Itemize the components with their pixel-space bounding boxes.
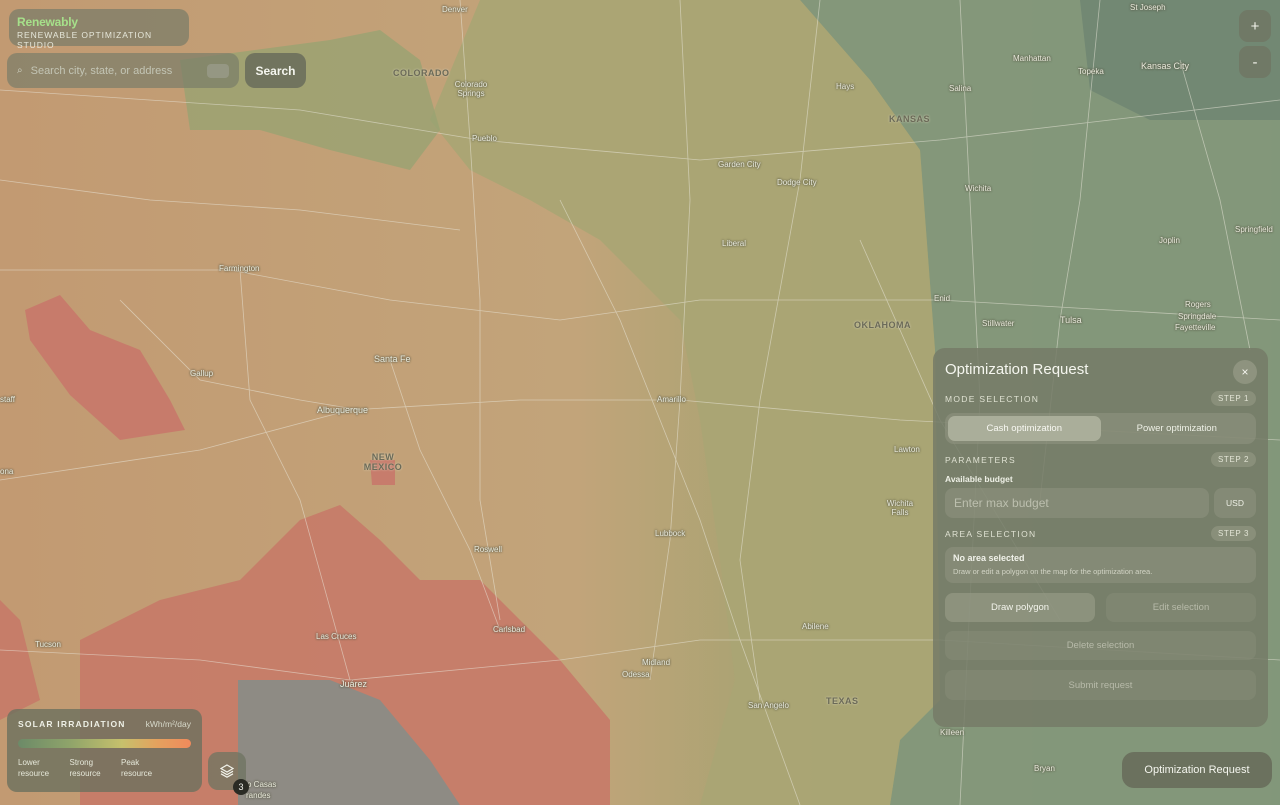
city-label: Springdale: [1178, 312, 1217, 321]
section-label: MODE SELECTION: [945, 393, 1040, 404]
edit-selection-button[interactable]: Edit selection: [1106, 593, 1256, 622]
city-label: Albuquerque: [317, 405, 369, 415]
cash-optimization-button[interactable]: Cash optimization: [948, 416, 1101, 441]
mode-toggle: Cash optimization Power optimization: [945, 413, 1256, 444]
city-label: Farmington: [219, 264, 260, 273]
city-label: Rogers: [1185, 300, 1211, 309]
city-label: Wichita Falls: [886, 499, 914, 517]
step-badge: STEP 1: [1210, 391, 1256, 406]
city-label: Denver: [442, 5, 468, 14]
area-status-help: Draw or edit a polygon on the map for th…: [953, 567, 1153, 576]
area-status-title: No area selected: [953, 553, 1025, 563]
city-label: Killeen: [940, 728, 965, 737]
parameters-section-header: PARAMETERS STEP 2: [945, 452, 1256, 467]
layers-count-badge: 3: [233, 779, 249, 795]
city-label: Tucson: [35, 640, 61, 649]
city-label: Lawton: [894, 445, 920, 454]
zoom-in-button[interactable]: +: [1239, 10, 1271, 42]
state-label-texas: TEXAS: [826, 696, 859, 706]
city-label: Kansas City: [1141, 61, 1190, 71]
search-box[interactable]: ⌕: [7, 53, 239, 88]
brand-card: Renewably RENEWABLE OPTIMIZATION STUDIO: [9, 9, 189, 50]
city-label: Abilene: [802, 622, 829, 631]
city-label: staff: [0, 395, 15, 404]
area-status: No area selected Draw or edit a polygon …: [945, 547, 1256, 583]
step-badge: STEP 2: [1210, 452, 1256, 467]
city-label: Las Cruces: [316, 632, 357, 641]
legend-label-lower: Lower resource: [18, 758, 50, 778]
state-label-new-mexico: NEW MEXICO: [363, 452, 403, 472]
state-label-colorado: COLORADO: [393, 68, 450, 78]
city-label: Stillwater: [982, 319, 1015, 328]
search-button[interactable]: Search: [245, 53, 306, 88]
city-label: Midland: [642, 658, 671, 667]
city-label: Fayetteville: [1175, 323, 1216, 332]
city-label: San Angelo: [748, 701, 789, 710]
city-label: Carlsbad: [493, 625, 526, 634]
city-label: Liberal: [722, 239, 747, 248]
state-label-oklahoma: OKLAHOMA: [854, 320, 911, 330]
legend-color-scale: [18, 739, 191, 748]
city-label: Odessa: [622, 670, 650, 679]
city-label: Wichita: [965, 184, 992, 193]
city-label: Tulsa: [1060, 315, 1082, 325]
city-label: Manhattan: [1013, 54, 1051, 63]
submit-request-button[interactable]: Submit request: [945, 670, 1256, 700]
city-label: St Joseph: [1130, 3, 1166, 12]
legend-unit: kWh/m²/day: [145, 719, 191, 729]
city-label: Pueblo: [472, 134, 497, 143]
city-label: Gallup: [190, 369, 214, 378]
city-label: ona: [0, 467, 14, 476]
optimization-request-button[interactable]: Optimization Request: [1122, 752, 1272, 788]
city-label: Colorado Springs: [454, 80, 488, 98]
delete-selection-button[interactable]: Delete selection: [945, 631, 1256, 660]
city-label: Enid: [934, 294, 951, 303]
brand-subtitle: RENEWABLE OPTIMIZATION STUDIO: [17, 30, 153, 50]
close-panel-button[interactable]: ×: [1233, 360, 1257, 384]
city-label: randes: [246, 791, 271, 800]
solar-legend: SOLAR IRRADIATION kWh/m²/day Lower resou…: [7, 709, 202, 792]
draw-polygon-button[interactable]: Draw polygon: [945, 593, 1095, 622]
city-label: Springfield: [1235, 225, 1273, 234]
legend-title: SOLAR IRRADIATION: [18, 719, 126, 729]
budget-label: Available budget: [945, 474, 1013, 484]
search-input[interactable]: [30, 64, 181, 77]
city-label: Bryan: [1034, 764, 1055, 773]
city-label: Roswell: [474, 545, 503, 554]
power-optimization-button[interactable]: Power optimization: [1101, 416, 1254, 441]
layers-icon: [220, 764, 234, 778]
city-label: Juárez: [340, 679, 368, 689]
legend-label-strong: Strong resource: [69, 758, 101, 778]
step-badge: STEP 3: [1210, 526, 1256, 541]
budget-input[interactable]: [945, 488, 1209, 518]
city-label: Salina: [949, 84, 972, 93]
city-label: Topeka: [1078, 67, 1104, 76]
city-label: Joplin: [1159, 236, 1180, 245]
search-icon: ⌕: [17, 65, 23, 76]
keyboard-shortcut-icon: [207, 63, 229, 78]
city-label: Lubbock: [655, 529, 686, 538]
state-label-kansas: KANSAS: [889, 114, 931, 124]
section-label: AREA SELECTION: [945, 528, 1037, 539]
city-label: Amarillo: [657, 395, 686, 404]
mode-section-header: MODE SELECTION STEP 1: [945, 391, 1256, 406]
city-label: Dodge City: [777, 178, 817, 187]
city-label: Hays: [836, 82, 855, 91]
panel-title: Optimization Request: [945, 361, 1089, 378]
city-label: Santa Fe: [374, 354, 411, 364]
currency-selector[interactable]: USD: [1214, 488, 1256, 518]
city-label: Garden City: [718, 160, 761, 169]
legend-label-peak: Peak resource: [121, 758, 153, 778]
zoom-out-button[interactable]: -: [1239, 46, 1271, 78]
optimization-request-panel: Optimization Request × MODE SELECTION ST…: [933, 348, 1268, 727]
section-label: PARAMETERS: [945, 454, 1016, 465]
close-icon: ×: [1241, 365, 1249, 379]
area-section-header: AREA SELECTION STEP 3: [945, 526, 1256, 541]
brand-name: Renewably: [17, 15, 78, 29]
